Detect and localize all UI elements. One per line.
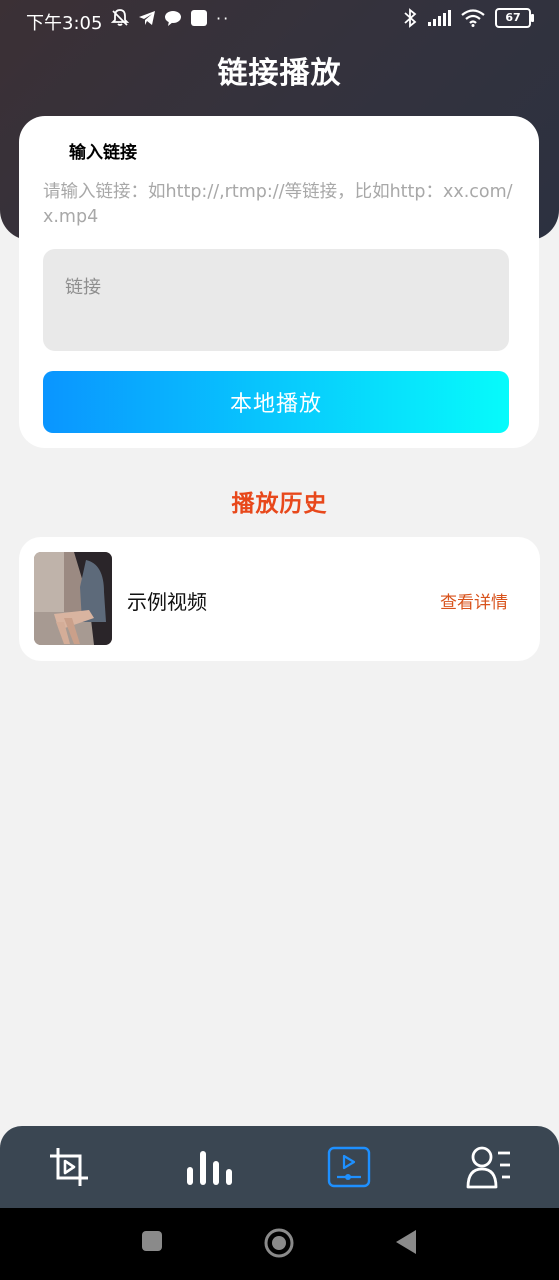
history-section-title: 播放历史 [231, 491, 328, 517]
wifi-icon [461, 9, 485, 27]
bottom-nav [0, 1126, 559, 1208]
history-item-name: 示例视频 [127, 590, 207, 614]
card-label: 输入链接 [69, 143, 137, 163]
square-app-icon [191, 10, 207, 26]
card-hint: 请输入链接：如http://,rtmp://等链接，比如http：xx.com/… [43, 182, 513, 227]
status-icons-left: ·· [110, 8, 230, 28]
status-bar: 下午3:05 ·· 67 [0, 0, 559, 42]
history-item[interactable]: 示例视频 查看详情 [19, 537, 540, 661]
video-thumbnail[interactable] [34, 552, 112, 645]
video-player-icon [327, 1146, 371, 1188]
more-dots-icon: ·· [216, 8, 231, 28]
back-button[interactable] [395, 1229, 417, 1259]
recents-square-icon [142, 1231, 162, 1251]
battery-icon: 67 [495, 8, 534, 28]
audio-bars-icon [187, 1151, 232, 1185]
recents-button[interactable] [141, 1230, 163, 1256]
home-button[interactable] [263, 1227, 295, 1263]
link-input[interactable] [43, 249, 509, 351]
nav-item-profile[interactable] [464, 1142, 514, 1192]
mute-bell-icon [110, 9, 130, 26]
crop-video-icon [50, 1148, 88, 1186]
status-icons-right: 67 [403, 8, 534, 28]
nav-item-video-player[interactable] [324, 1142, 374, 1192]
system-navigation-bar [0, 1208, 559, 1280]
input-card: 输入链接 请输入链接：如http://,rtmp://等链接，比如http：xx… [19, 116, 539, 448]
nav-item-audio[interactable] [184, 1142, 234, 1192]
page-title: 链接播放 [217, 56, 342, 91]
signal-icon [428, 10, 451, 26]
nav-item-crop[interactable] [44, 1142, 94, 1192]
status-time: 下午3:05 [26, 13, 103, 34]
telegram-icon [139, 11, 155, 25]
bluetooth-icon [404, 8, 417, 28]
profile-list-icon [466, 1146, 510, 1189]
home-circle-icon [264, 1228, 294, 1258]
chat-bubble-icon [165, 11, 181, 26]
back-triangle-icon [396, 1230, 416, 1254]
local-play-button[interactable]: 本地播放 [43, 371, 509, 433]
view-details-link[interactable]: 查看详情 [440, 588, 508, 613]
